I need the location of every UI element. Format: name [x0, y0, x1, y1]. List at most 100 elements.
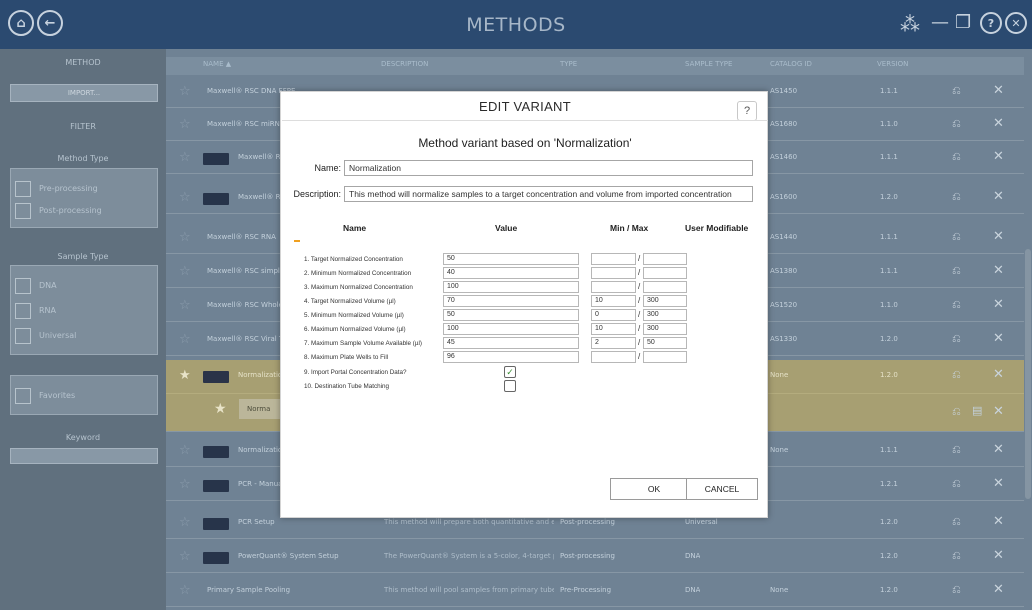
favorites-checkbox[interactable]	[15, 388, 31, 404]
delete-icon[interactable]: ✕	[993, 367, 1004, 382]
scrollbar-thumb[interactable]	[1025, 249, 1031, 499]
destination-tube-checkbox[interactable]	[504, 380, 516, 392]
help-icon[interactable]: ?	[980, 12, 1002, 34]
restore-icon[interactable]: ⎌	[952, 84, 961, 98]
param-max-input[interactable]: 300	[643, 323, 687, 335]
restore-icon[interactable]: ⎌	[952, 549, 961, 563]
param-value-input[interactable]: 70	[443, 295, 579, 307]
restore-icon[interactable]: ⎌	[952, 117, 961, 131]
column-header-type[interactable]: TYPE	[560, 60, 577, 68]
param-value-input[interactable]: 100	[443, 323, 579, 335]
favorite-star-icon[interactable]: ★	[214, 401, 227, 417]
param-min-input[interactable]	[591, 267, 636, 279]
param-min-input[interactable]	[591, 351, 636, 363]
restore-icon[interactable]: ⎌	[952, 515, 961, 529]
close-icon[interactable]: ✕	[1005, 12, 1027, 34]
restore-icon[interactable]: ⎌	[952, 477, 961, 491]
param-max-input[interactable]: 50	[643, 337, 687, 349]
network-icon[interactable]: ⁂	[900, 12, 920, 36]
delete-icon[interactable]: ✕	[993, 263, 1004, 278]
favorite-star-icon[interactable]: ☆	[179, 443, 191, 458]
favorite-star-icon[interactable]: ☆	[179, 515, 191, 530]
delete-icon[interactable]: ✕	[993, 116, 1004, 131]
restore-icon[interactable]: ⎌	[952, 583, 961, 597]
help-button[interactable]: ?	[737, 101, 757, 121]
table-row[interactable]: ☆ Primary Sample Pooling This method wil…	[166, 575, 1024, 607]
keyword-input[interactable]	[10, 448, 158, 464]
restore-icon[interactable]: ⎌	[952, 298, 961, 312]
delete-icon[interactable]: ✕	[993, 582, 1004, 597]
delete-icon[interactable]: ✕	[993, 548, 1004, 563]
rna-checkbox[interactable]	[15, 303, 31, 319]
param-value-input[interactable]: 50	[443, 253, 579, 265]
dna-checkbox[interactable]	[15, 278, 31, 294]
param-min-input[interactable]	[591, 281, 636, 293]
delete-icon[interactable]: ✕	[993, 189, 1004, 204]
restore-icon[interactable]: ⎌	[952, 190, 961, 204]
restore-icon[interactable]: ⎌	[952, 405, 961, 419]
delete-icon[interactable]: ✕	[993, 229, 1004, 244]
param-value-input[interactable]: 100	[443, 281, 579, 293]
favorite-star-icon[interactable]: ☆	[179, 583, 191, 598]
param-max-input[interactable]	[643, 253, 687, 265]
param-max-input[interactable]	[643, 281, 687, 293]
name-field[interactable]: Normalization	[344, 160, 753, 176]
favorite-star-icon[interactable]: ☆	[179, 549, 191, 564]
document-icon[interactable]: ▤	[972, 404, 982, 417]
delete-icon[interactable]: ✕	[993, 442, 1004, 457]
favorite-star-icon[interactable]: ☆	[179, 190, 191, 205]
param-max-input[interactable]	[643, 351, 687, 363]
param-min-input[interactable]: 2	[591, 337, 636, 349]
column-header-sample-type[interactable]: SAMPLE TYPE	[685, 60, 732, 68]
param-max-input[interactable]: 300	[643, 309, 687, 321]
import-portal-checkbox[interactable]: ✓	[504, 366, 516, 378]
collapse-marker[interactable]	[294, 240, 300, 242]
favorite-star-icon[interactable]: ☆	[179, 84, 191, 99]
favorite-star-icon[interactable]: ☆	[179, 117, 191, 132]
param-min-input[interactable]: 0	[591, 309, 636, 321]
param-value-input[interactable]: 45	[443, 337, 579, 349]
restore-window-icon[interactable]: ❐	[955, 12, 971, 33]
column-header-version[interactable]: VERSION	[877, 60, 908, 68]
universal-checkbox[interactable]	[15, 328, 31, 344]
favorite-star-icon[interactable]: ☆	[179, 230, 191, 245]
favorite-star-icon[interactable]: ★	[179, 368, 191, 383]
pre-processing-checkbox[interactable]	[15, 181, 31, 197]
restore-icon[interactable]: ⎌	[952, 443, 961, 457]
column-header-catalog-id[interactable]: CATALOG ID	[770, 60, 812, 68]
column-header-name[interactable]: NAME ▲	[203, 60, 231, 68]
favorite-star-icon[interactable]: ☆	[179, 477, 191, 492]
post-processing-checkbox[interactable]	[15, 203, 31, 219]
favorite-star-icon[interactable]: ☆	[179, 332, 191, 347]
description-field[interactable]: This method will normalize samples to a …	[344, 186, 753, 202]
param-max-input[interactable]	[643, 267, 687, 279]
restore-icon[interactable]: ⎌	[952, 264, 961, 278]
param-min-input[interactable]: 10	[591, 323, 636, 335]
param-value-input[interactable]: 40	[443, 267, 579, 279]
favorite-star-icon[interactable]: ☆	[179, 298, 191, 313]
param-max-input[interactable]: 300	[643, 295, 687, 307]
restore-icon[interactable]: ⎌	[952, 332, 961, 346]
minimize-icon[interactable]: —	[931, 12, 949, 33]
param-value-input[interactable]: 96	[443, 351, 579, 363]
column-header-description[interactable]: DESCRIPTION	[381, 60, 428, 68]
param-min-input[interactable]: 10	[591, 295, 636, 307]
delete-icon[interactable]: ✕	[993, 404, 1004, 419]
param-value-input[interactable]: 50	[443, 309, 579, 321]
restore-icon[interactable]: ⎌	[952, 150, 961, 164]
restore-icon[interactable]: ⎌	[952, 230, 961, 244]
import-button[interactable]: IMPORT...	[10, 84, 158, 102]
restore-icon[interactable]: ⎌	[952, 368, 961, 382]
delete-icon[interactable]: ✕	[993, 476, 1004, 491]
cancel-button[interactable]: CANCEL	[686, 478, 758, 500]
favorite-star-icon[interactable]: ☆	[179, 264, 191, 279]
delete-icon[interactable]: ✕	[993, 297, 1004, 312]
delete-icon[interactable]: ✕	[993, 83, 1004, 98]
delete-icon[interactable]: ✕	[993, 514, 1004, 529]
table-row[interactable]: ☆ PowerQuant® System Setup The PowerQuan…	[166, 541, 1024, 573]
favorite-star-icon[interactable]: ☆	[179, 150, 191, 165]
delete-icon[interactable]: ✕	[993, 149, 1004, 164]
param-min-input[interactable]	[591, 253, 636, 265]
ok-button[interactable]: OK	[610, 478, 698, 500]
table-scrollbar[interactable]	[1024, 49, 1032, 610]
